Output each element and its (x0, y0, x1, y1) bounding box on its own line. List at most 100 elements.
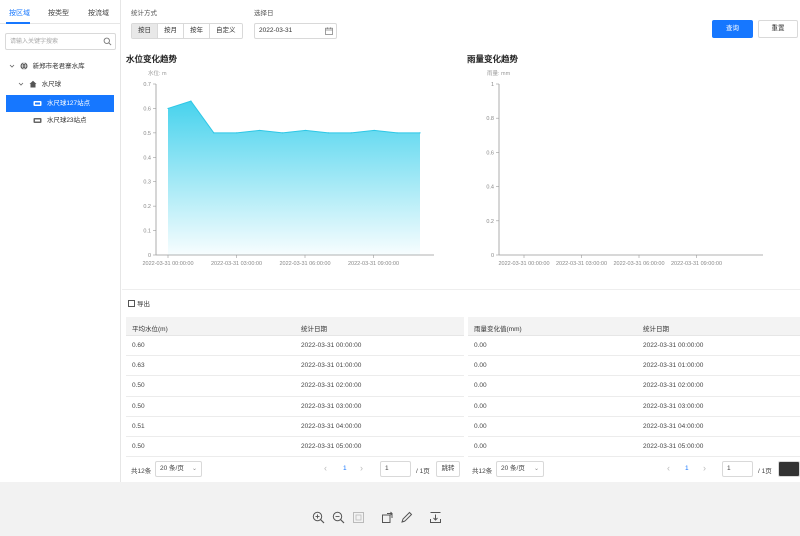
table-cell-date: 2022-03-31 00:00:00 (301, 342, 362, 349)
x-tick-label: 2022-03-31 06:00:00 (279, 261, 330, 267)
data-point (327, 132, 329, 134)
water-level-area (168, 101, 420, 255)
column-header: 统计日期 (301, 326, 327, 333)
query-button[interactable]: 查询 (712, 20, 753, 38)
tree-node-reservoir[interactable]: 新郑市老君寨水库 (9, 61, 85, 73)
table-row[interactable]: 0.63 2022-03-31 01:00:00 (126, 356, 464, 377)
x-tick-label: 2022-03-31 09:00:00 (671, 261, 722, 267)
water-table-pagination: 共12条 20 条/页 ⌄ ‹ 1 › 1 / 1页 跳转 (126, 459, 464, 479)
page-size-select[interactable]: 20 条/页 ⌄ (155, 461, 202, 477)
tab-by-region[interactable]: 按区域 (9, 8, 30, 18)
page-size-value: 20 条/页 (160, 465, 184, 472)
tree-node-gauge-group-label: 水尺球 (41, 81, 62, 88)
page-total: / 1页 (416, 468, 430, 475)
prev-page-button[interactable]: ‹ (667, 463, 670, 473)
chevron-down-icon[interactable] (9, 63, 15, 69)
table-row[interactable]: 0.00 2022-03-31 03:00:00 (468, 397, 800, 417)
table-cell-date: 2022-03-31 05:00:00 (301, 442, 362, 450)
y-tick-label: 0.4 (143, 155, 151, 161)
table-header: 雨量变化值(mm) 统计日期 (468, 317, 800, 336)
stat-mode-segmented: 按日 按月 按年 自定义 (131, 23, 243, 39)
x-tick-label: 2022-03-31 00:00:00 (498, 261, 549, 267)
table-row[interactable]: 0.51 2022-03-31 04:00:00 (126, 417, 464, 437)
y-tick-label: 0.2 (143, 204, 151, 210)
search-box (5, 33, 116, 50)
data-point (281, 132, 284, 134)
next-page-button[interactable]: › (703, 463, 706, 473)
rain-table-pagination: 共12条 20 条/页 ⌄ ‹ 1 › 1 / 1页 (468, 459, 800, 479)
table-cell-value: 0.50 (132, 382, 145, 390)
table-row[interactable]: 0.50 2022-03-31 03:00:00 (126, 397, 464, 417)
reset-button[interactable]: 重置 (758, 20, 798, 38)
page-jump-input[interactable]: 1 (722, 461, 753, 477)
table-cell-value: 0.51 (132, 422, 145, 430)
chevron-down-icon[interactable] (18, 81, 24, 87)
calendar-icon[interactable] (325, 27, 333, 35)
column-header: 平均水位(m) (132, 326, 168, 333)
y-tick-label: 0.6 (486, 150, 494, 156)
mode-button-year[interactable]: 按年 (184, 24, 210, 38)
tree-node-gauge-group[interactable]: 水尺球 (18, 79, 61, 91)
total-count: 共12条 (131, 468, 152, 475)
rotate-icon[interactable] (381, 511, 394, 524)
mode-button-day[interactable]: 按日 (132, 24, 158, 38)
station-icon (33, 117, 42, 123)
mode-button-custom[interactable]: 自定义 (210, 24, 242, 38)
viewer-toolbar (0, 482, 800, 536)
tree-item-station-127[interactable]: 水尺球127站点 (6, 95, 114, 112)
table-body: 0.00 2022-03-31 00:00:00 0.00 2022-03-31 01… (468, 336, 800, 458)
page-size-value: 20 条/页 (501, 465, 525, 472)
table-row[interactable]: 0.60 2022-03-31 00:00:00 (126, 336, 464, 357)
page-number[interactable]: 1 (685, 465, 689, 472)
fit-icon[interactable] (352, 511, 365, 524)
table-cell-date: 2022-03-31 01:00:00 (301, 362, 362, 370)
table-row[interactable]: 0.00 2022-03-31 04:00:00 (468, 417, 800, 437)
x-tick-label: 2022-03-31 03:00:00 (556, 261, 607, 267)
column-header: 统计日期 (643, 326, 669, 333)
table-row[interactable]: 0.50 2022-03-31 02:00:00 (126, 376, 464, 397)
table-row[interactable]: 0.00 2022-03-31 00:00:00 (468, 336, 800, 357)
next-page-button[interactable]: › (360, 463, 363, 473)
zoom-out-icon[interactable] (332, 511, 345, 524)
mode-button-month[interactable]: 按月 (158, 24, 184, 38)
tab-by-basin[interactable]: 按流域 (88, 8, 109, 18)
table-cell-value: 0.00 (474, 402, 487, 410)
data-point (419, 132, 421, 134)
export-button[interactable]: 导出 (128, 298, 150, 308)
prev-page-button[interactable]: ‹ (324, 463, 327, 473)
data-point (396, 132, 398, 134)
zoom-in-icon[interactable] (312, 511, 325, 524)
table-cell-date: 2022-03-31 02:00:00 (643, 382, 704, 390)
page-jump-input[interactable]: 1 (380, 461, 411, 477)
table-row[interactable]: 0.00 2022-03-31 01:00:00 (468, 356, 800, 377)
table-row[interactable]: 0.00 2022-03-31 02:00:00 (468, 376, 800, 397)
download-icon[interactable] (429, 511, 442, 524)
table-cell-date: 2022-03-31 00:00:00 (643, 342, 704, 349)
table-cell-value: 0.00 (474, 442, 487, 450)
rainfall-chart: 0 0.2 0.4 0.6 0.8 1 2022-03-31 00:00:00 2022-03… (486, 82, 763, 267)
table-row[interactable]: 0.00 2022-03-31 05:00:00 (468, 437, 800, 458)
table-cell-value: 0.50 (132, 402, 145, 410)
jump-button[interactable] (778, 461, 800, 477)
y-tick-label: 0.4 (486, 185, 494, 191)
search-input[interactable] (6, 34, 101, 49)
jump-button[interactable]: 跳转 (436, 461, 460, 477)
table-cell-value: 0.00 (474, 422, 487, 430)
column-header: 雨量变化值(mm) (474, 326, 522, 333)
pen-icon[interactable] (400, 511, 413, 524)
tab-by-type[interactable]: 按类型 (48, 8, 69, 18)
search-icon[interactable] (103, 37, 112, 46)
page-size-select[interactable]: 20 条/页 ⌄ (496, 461, 544, 477)
table-row[interactable]: 0.50 2022-03-31 05:00:00 (126, 437, 464, 458)
y-tick-label: 0 (148, 253, 151, 259)
tree-item-label: 水尺球23站点 (46, 117, 87, 124)
page-number[interactable]: 1 (343, 465, 347, 472)
tree-item-station-23[interactable]: 水尺球23站点 (33, 115, 87, 127)
table-header: 平均水位(m) 统计日期 (126, 317, 464, 336)
table-body: 0.60 2022-03-31 00:00:00 0.63 2022-03-31 01… (126, 336, 464, 458)
date-picker[interactable]: 2022-03-31 (254, 23, 337, 39)
chevron-down-icon: ⌄ (191, 466, 197, 472)
table-cell-value: 0.00 (474, 342, 487, 349)
table-cell-value: 0.00 (474, 382, 487, 390)
export-icon (128, 300, 135, 307)
